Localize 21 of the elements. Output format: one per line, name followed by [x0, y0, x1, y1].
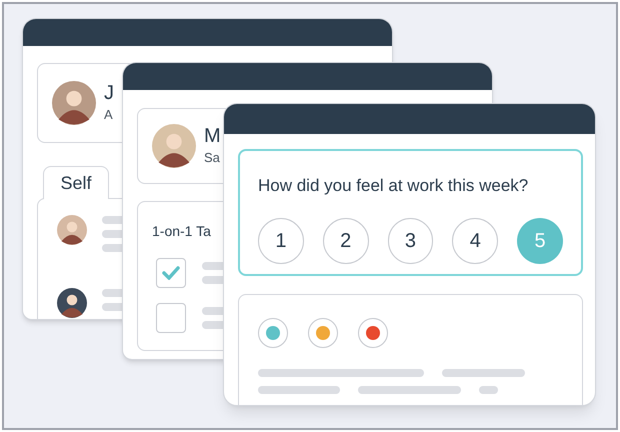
avatar	[57, 288, 87, 318]
rating-option[interactable]: 4	[452, 218, 498, 264]
avatar	[152, 124, 196, 168]
question-text: How did you feel at work this week?	[258, 175, 530, 197]
rating-option[interactable]: 3	[388, 218, 434, 264]
check-icon	[162, 266, 180, 280]
avatar	[57, 215, 87, 245]
mood-option[interactable]	[258, 318, 288, 348]
checkbox[interactable]	[156, 258, 186, 288]
avatar	[52, 81, 96, 125]
rating-option[interactable]: 1	[258, 218, 304, 264]
profile-subtitle: A	[104, 106, 114, 124]
mood-option[interactable]	[308, 318, 338, 348]
profile-name: J	[104, 81, 114, 106]
rating-option[interactable]: 2	[322, 218, 369, 264]
card-title: 1-on-1 Ta	[152, 222, 211, 241]
tab[interactable]: Self	[43, 166, 109, 199]
profile-name: M	[204, 124, 221, 148]
checkbox[interactable]	[156, 303, 186, 333]
profile-subtitle: Sa	[204, 149, 221, 168]
mood-option[interactable]	[358, 318, 388, 348]
